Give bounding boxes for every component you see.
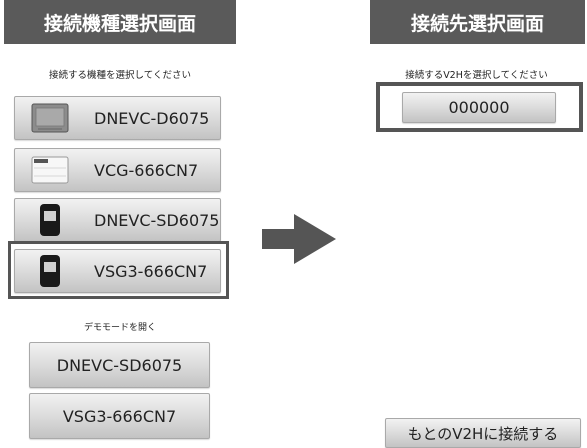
model-selection-instruction: 接続する機種を選択してください bbox=[49, 70, 191, 81]
v2h-item-button[interactable]: 000000 bbox=[402, 92, 556, 123]
model-button-label: DNEVC-SD6075 bbox=[94, 210, 220, 230]
reconnect-original-v2h-button[interactable]: もとのV2Hに接続する bbox=[385, 418, 581, 448]
right-arrow-icon bbox=[262, 214, 338, 268]
black-wallbox-icon bbox=[29, 254, 71, 288]
screen-title: 接続機種選択画面 bbox=[4, 0, 236, 44]
demo-button-label: DNEVC-SD6075 bbox=[56, 355, 183, 375]
demo-button-dnevc-sd6075[interactable]: DNEVC-SD6075 bbox=[29, 342, 210, 388]
v2h-selection-instruction: 接続するV2Hを選択してください bbox=[405, 70, 548, 81]
v2h-item-label: 000000 bbox=[448, 98, 510, 117]
model-button-label: DNEVC-D6075 bbox=[94, 108, 210, 128]
model-button-label: VCG-666CN7 bbox=[94, 160, 199, 180]
reconnect-button-label: もとのV2Hに接続する bbox=[407, 424, 559, 443]
model-button-vcg-666cn7[interactable]: VCG-666CN7 bbox=[14, 148, 221, 192]
black-wallbox-icon bbox=[29, 203, 71, 237]
model-button-dnevc-d6075[interactable]: DNEVC-D6075 bbox=[14, 96, 221, 140]
demo-button-label: VSG3-666CN7 bbox=[62, 406, 177, 426]
model-button-dnevc-sd6075[interactable]: DNEVC-SD6075 bbox=[14, 198, 221, 242]
gray-charger-unit-icon bbox=[29, 101, 71, 135]
model-button-label: VSG3-666CN7 bbox=[94, 261, 208, 281]
demo-button-vsg3-666cn7[interactable]: VSG3-666CN7 bbox=[29, 393, 210, 439]
connection-model-selection-screen: 接続機種選択画面 接続する機種を選択してください DNEVC-D6075 VCG… bbox=[0, 0, 240, 446]
demo-mode-caption: デモモードを開く bbox=[83, 323, 156, 333]
screen-title: 接続先選択画面 bbox=[370, 0, 585, 44]
model-button-vsg3-666cn7[interactable]: VSG3-666CN7 bbox=[14, 249, 221, 293]
connection-destination-selection-screen: 接続先選択画面 接続するV2Hを選択してください 000000 もとのV2Hに接… bbox=[366, 0, 587, 448]
white-charger-unit-icon bbox=[29, 153, 71, 187]
